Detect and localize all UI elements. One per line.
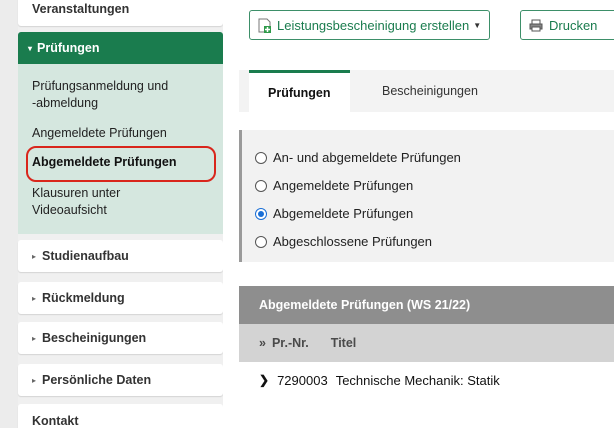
radio-label: Angemeldete Prüfungen <box>273 178 414 193</box>
tab-bar: Prüfungen Bescheinigungen <box>239 70 614 112</box>
submenu-link-line: Videoaufsicht <box>32 203 107 217</box>
chevron-down-icon: ▾ <box>28 43 33 53</box>
radio-button[interactable] <box>255 151 267 164</box>
chevron-right-icon: ▸ <box>32 333 37 343</box>
results-section-header: Abgemeldete Prüfungen (WS 21/22) <box>239 286 614 324</box>
tab-pruefungen[interactable]: Prüfungen <box>249 70 350 112</box>
submenu-link-angemeldete[interactable]: Angemeldete Prüfungen <box>32 125 167 142</box>
radio-button[interactable] <box>255 179 267 192</box>
sidebar-item-label: Veranstaltungen <box>32 2 130 16</box>
radio-angemeldete[interactable]: Angemeldete Prüfungen <box>255 178 413 193</box>
filter-panel: An- und abgemeldete Prüfungen Angemeldet… <box>239 130 614 262</box>
chevron-right-icon: ▸ <box>32 375 37 385</box>
expand-all-icon[interactable]: » <box>259 336 266 350</box>
sidebar-item-label: Persönliche Daten <box>42 373 152 387</box>
submenu-link-line: -abmeldung <box>32 96 99 110</box>
submenu-link-line: Angemeldete Prüfungen <box>32 126 167 140</box>
radio-button[interactable] <box>255 235 267 248</box>
printer-icon <box>529 19 543 31</box>
create-certificate-label: Leistungsbescheinigung erstellen <box>277 17 470 33</box>
create-certificate-button[interactable]: Leistungsbescheinigung erstellen ▼ <box>249 10 491 40</box>
chevron-right-icon: ▸ <box>32 293 37 303</box>
table-row[interactable]: ❯ 7290003 Technische Mechanik: Statik <box>239 364 614 396</box>
radio-button-checked[interactable] <box>255 207 267 220</box>
print-label: Drucken <box>549 17 598 33</box>
results-column-header: » Pr.-Nr. Titel <box>239 324 614 362</box>
sidebar-item-label: Rückmeldung <box>42 291 125 305</box>
sidebar-item-pruefungen[interactable]: ▾ Prüfungen <box>18 32 223 64</box>
exam-title: Technische Mechanik: Statik <box>335 372 500 388</box>
sidebar-item-label: Studienaufbau <box>42 249 129 263</box>
column-header-title: Titel <box>330 336 357 350</box>
submenu-link-line: Prüfungsanmeldung und <box>32 79 169 93</box>
print-button[interactable]: Drucken <box>520 10 614 40</box>
sidebar-item-label: Kontakt <box>32 414 79 428</box>
sidebar-item-label: Prüfungen <box>37 41 100 55</box>
tab-label: Prüfungen <box>268 85 331 100</box>
column-header-nr: Pr.-Nr. <box>271 336 309 350</box>
chevron-right-icon: ▸ <box>32 251 37 261</box>
submenu-link-klausuren-videoaufsicht[interactable]: Klausuren unter Videoaufsicht <box>32 185 120 219</box>
radio-label: An- und abgemeldete Prüfungen <box>273 150 461 165</box>
sidebar-item-label: Bescheinigungen <box>42 331 147 345</box>
radio-abgeschlossene[interactable]: Abgeschlossene Prüfungen <box>255 234 432 249</box>
sidebar-item-rueckmeldung[interactable]: ▸ Rückmeldung <box>18 282 223 314</box>
sidebar-item-kontakt[interactable]: Kontakt <box>18 404 223 428</box>
sidebar-item-persoenliche-daten[interactable]: ▸ Persönliche Daten <box>18 364 223 396</box>
chevron-right-icon[interactable]: ❯ <box>259 373 269 387</box>
radio-label: Abgeschlossene Prüfungen <box>273 234 433 249</box>
exam-number: 7290003 <box>277 372 328 388</box>
sidebar-item-studienaufbau[interactable]: ▸ Studienaufbau <box>18 240 223 272</box>
sidebar-item-veranstaltungen[interactable]: Veranstaltungen <box>18 0 223 26</box>
radio-an-und-abgemeldete[interactable]: An- und abgemeldete Prüfungen <box>255 150 461 165</box>
submenu-link-line: Klausuren unter <box>32 186 121 200</box>
submenu-link-pruefungsanmeldung[interactable]: Prüfungsanmeldung und -abmeldung <box>32 78 168 112</box>
radio-abgemeldete[interactable]: Abgemeldete Prüfungen <box>255 206 413 221</box>
highlight-annotation <box>26 146 216 182</box>
results-title: Abgemeldete Prüfungen (WS 21/22) <box>259 298 471 312</box>
main-content: Leistungsbescheinigung erstellen ▼ Druck… <box>223 0 614 428</box>
left-gutter <box>0 0 18 428</box>
sidebar-item-bescheinigungen[interactable]: ▸ Bescheinigungen <box>18 322 223 354</box>
caret-down-icon: ▼ <box>473 20 482 30</box>
tab-bescheinigungen[interactable]: Bescheinigungen <box>382 70 478 112</box>
tab-label: Bescheinigungen <box>382 84 478 98</box>
document-add-icon <box>258 18 271 33</box>
radio-label: Abgemeldete Prüfungen <box>273 206 414 221</box>
sidebar: Veranstaltungen ▾ Prüfungen Prüfungsanme… <box>18 0 223 428</box>
